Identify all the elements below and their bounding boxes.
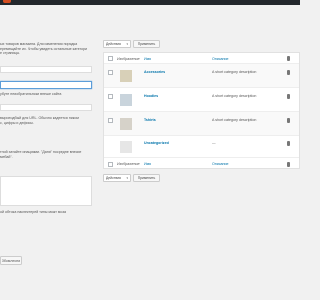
select-all-checkbox[interactable] <box>108 56 113 61</box>
slug-hint: убуте неиобратильнски внеше сайта <box>0 92 61 97</box>
drag-icon[interactable] <box>287 94 290 99</box>
description-hint-line: тной хатайте инациями. "Даня" носредне в… <box>0 150 82 154</box>
intro-line: ых товаров магазина. Для изменения поряд… <box>0 42 78 46</box>
categories-table: Изображение Имя Описание Accessories A s… <box>103 52 300 169</box>
slug-hint-line: убуте неиобратильнски внеше сайта <box>0 92 62 96</box>
column-name[interactable]: Имя <box>144 57 151 61</box>
description-hint-line: мебай". <box>0 154 13 159</box>
table-row: Uncategorized — <box>104 136 299 158</box>
drag-icon <box>287 56 290 61</box>
table-footer: Изображение Имя Описание <box>104 158 299 170</box>
drag-icon[interactable] <box>287 118 290 123</box>
add-category-button[interactable]: Збомлесни <box>0 256 22 265</box>
name-input[interactable] <box>0 66 92 73</box>
slug-input[interactable] <box>0 81 92 89</box>
category-name-link[interactable]: Tshirts <box>144 118 156 122</box>
select-all-checkbox[interactable] <box>108 161 113 167</box>
bulk-actions-label: Действия <box>106 176 121 180</box>
parent-select[interactable] <box>0 104 92 111</box>
thumbnail-hint: ой обтока наклектерей тины можт моза <box>0 210 66 214</box>
category-description: A short category description <box>212 70 257 74</box>
table-row: Accessories A short category description <box>104 64 299 88</box>
category-description: — <box>212 141 216 145</box>
category-description: A short category description <box>212 118 257 122</box>
bulk-actions-label: Действия <box>106 42 121 46</box>
apply-button-bottom[interactable]: Применить <box>133 174 160 182</box>
column-description[interactable]: Описание <box>212 57 229 61</box>
category-thumbnail <box>120 70 132 82</box>
drag-icon[interactable] <box>287 70 290 75</box>
row-checkbox[interactable] <box>108 94 113 99</box>
category-thumbnail <box>120 118 132 130</box>
admin-bar-logo[interactable] <box>3 0 11 3</box>
intro-text: ых товаров магазина. Для изменения поряд… <box>0 42 87 56</box>
category-thumbnail <box>120 94 132 106</box>
row-checkbox[interactable] <box>108 118 113 123</box>
column-description[interactable]: Описание <box>212 162 229 166</box>
drag-icon <box>287 161 290 167</box>
intro-line: е страницы. <box>0 51 21 56</box>
chevron-down-icon: ▾ <box>126 42 128 46</box>
category-description: A short category description <box>212 94 257 98</box>
row-checkbox[interactable] <box>108 70 113 75</box>
table-row: Tshirts A short category description <box>104 112 299 136</box>
column-image: Изображение <box>117 162 140 166</box>
url-hint-line: выроеодбый для URL. Обычно кадеется нико… <box>0 116 79 120</box>
table-row: Hoodies A short category description <box>104 88 299 112</box>
bulk-actions-select[interactable]: Действия ▾ <box>103 40 131 48</box>
description-textarea[interactable] <box>0 176 92 206</box>
column-name[interactable]: Имя <box>144 162 151 166</box>
drag-icon[interactable] <box>287 141 290 146</box>
chevron-down-icon: ▾ <box>126 176 128 180</box>
category-name-link[interactable]: Uncategorized <box>144 141 169 145</box>
category-name-link[interactable]: Accessories <box>144 70 165 74</box>
url-hint: выроеодбый для URL. Обычно кадеется нико… <box>0 116 79 125</box>
apply-button[interactable]: Применить <box>133 40 160 48</box>
category-thumbnail <box>120 141 132 153</box>
table-header: Изображение Имя Описание <box>104 53 299 64</box>
bulk-actions-select-bottom[interactable]: Действия ▾ <box>103 174 131 182</box>
admin-bar <box>0 0 300 5</box>
description-hint: тной хатайте инациями. "Даня" носредне в… <box>0 150 81 159</box>
url-hint-line: с, цифры и дефисы. <box>0 120 34 125</box>
category-name-link[interactable]: Hoodies <box>144 94 158 98</box>
column-image: Изображение <box>117 56 140 61</box>
